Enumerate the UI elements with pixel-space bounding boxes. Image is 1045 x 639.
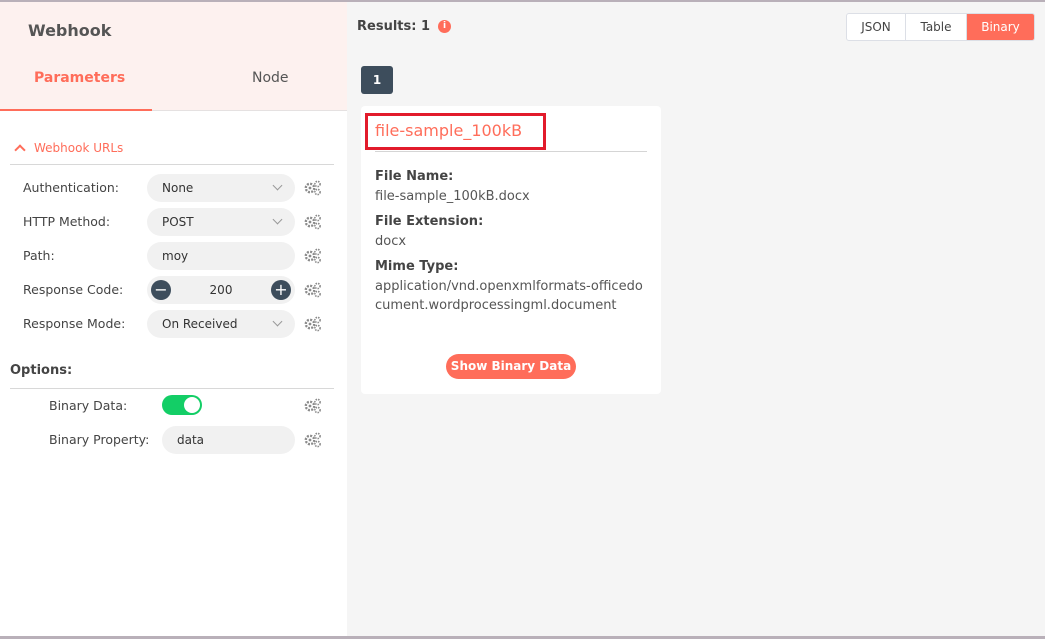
response-mode-select[interactable]: On Received [147,310,295,338]
results-count: Results: 1 [357,19,430,34]
binary-data-card: file-sample_100kB File Name: file-sample… [361,106,661,394]
webhook-urls-label: Webhook URLs [34,141,124,155]
file-extension-value: docx [375,234,407,249]
param-response-code: Response Code: − 200 + [0,276,347,304]
path-input[interactable]: moy [147,242,295,270]
view-switch: JSON Table Binary [846,13,1035,41]
binary-property-value: data [177,433,205,447]
file-extension-label: File Extension: [375,214,484,229]
file-name-label: File Name: [375,169,454,184]
gears-icon[interactable] [304,316,322,332]
response-mode-label: Response Mode: [23,316,126,331]
http-method-value: POST [162,215,194,229]
webhook-urls-toggle[interactable]: Webhook URLs [14,141,124,156]
mime-type-value: application/vnd.openxmlformats-officedoc… [375,279,643,313]
file-name-value: file-sample_100kB.docx [375,189,530,204]
view-table-button[interactable]: Table [906,14,967,40]
option-binary-data: Binary Data: [0,392,347,420]
results-header: Results: 1 i [357,19,451,34]
gears-icon[interactable] [304,214,322,230]
path-label: Path: [23,248,55,263]
info-icon[interactable]: i [438,20,451,33]
increment-button[interactable]: + [271,280,291,300]
http-method-select[interactable]: POST [147,208,295,236]
mime-type-label: Mime Type: [375,259,459,274]
gears-icon[interactable] [304,432,322,448]
tab-node[interactable]: Node [252,70,289,86]
output-panel: Results: 1 i JSON Table Binary 1 file-sa… [347,2,1045,636]
response-mode-value: On Received [162,317,238,331]
gears-icon[interactable] [304,282,322,298]
authentication-value: None [162,181,194,195]
binary-data-toggle[interactable] [162,395,202,415]
binary-data-label: Binary Data: [49,398,128,413]
view-json-button[interactable]: JSON [847,14,906,40]
response-code-label: Response Code: [23,282,124,297]
param-http-method: HTTP Method: POST [0,208,347,236]
binary-property-input[interactable]: data [162,426,295,454]
authentication-select[interactable]: None [147,174,295,202]
chevron-down-icon [272,214,283,225]
section-divider [10,388,334,389]
toggle-knob [184,397,200,413]
param-response-mode: Response Mode: On Received [0,310,347,338]
show-binary-data-button[interactable]: Show Binary Data [446,354,576,379]
active-tab-indicator [0,109,152,111]
section-divider [10,164,334,165]
parameters-panel: Webhook Parameters Node Webhook URLs Aut… [0,2,347,636]
node-title: Webhook [28,21,112,40]
item-page-button[interactable]: 1 [361,66,393,94]
gears-icon[interactable] [304,248,322,264]
param-authentication: Authentication: None [0,174,347,202]
gears-icon[interactable] [304,398,322,414]
card-divider [375,151,647,152]
chevron-down-icon [272,316,283,327]
binary-property-label: Binary Property: [49,432,150,447]
path-value: moy [162,249,189,263]
chevron-up-icon [14,144,26,156]
gears-icon[interactable] [304,180,322,196]
tab-parameters[interactable]: Parameters [34,70,125,86]
option-binary-property: Binary Property: data [0,426,347,454]
param-path: Path: moy [0,242,347,270]
view-binary-button[interactable]: Binary [967,14,1034,40]
response-code-stepper[interactable]: − 200 + [147,276,295,304]
http-method-label: HTTP Method: [23,214,111,229]
node-header: Webhook Parameters Node [0,2,347,111]
options-heading: Options: [10,363,73,378]
authentication-label: Authentication: [23,180,119,195]
chevron-down-icon [272,180,283,191]
binary-title: file-sample_100kB [375,121,523,140]
